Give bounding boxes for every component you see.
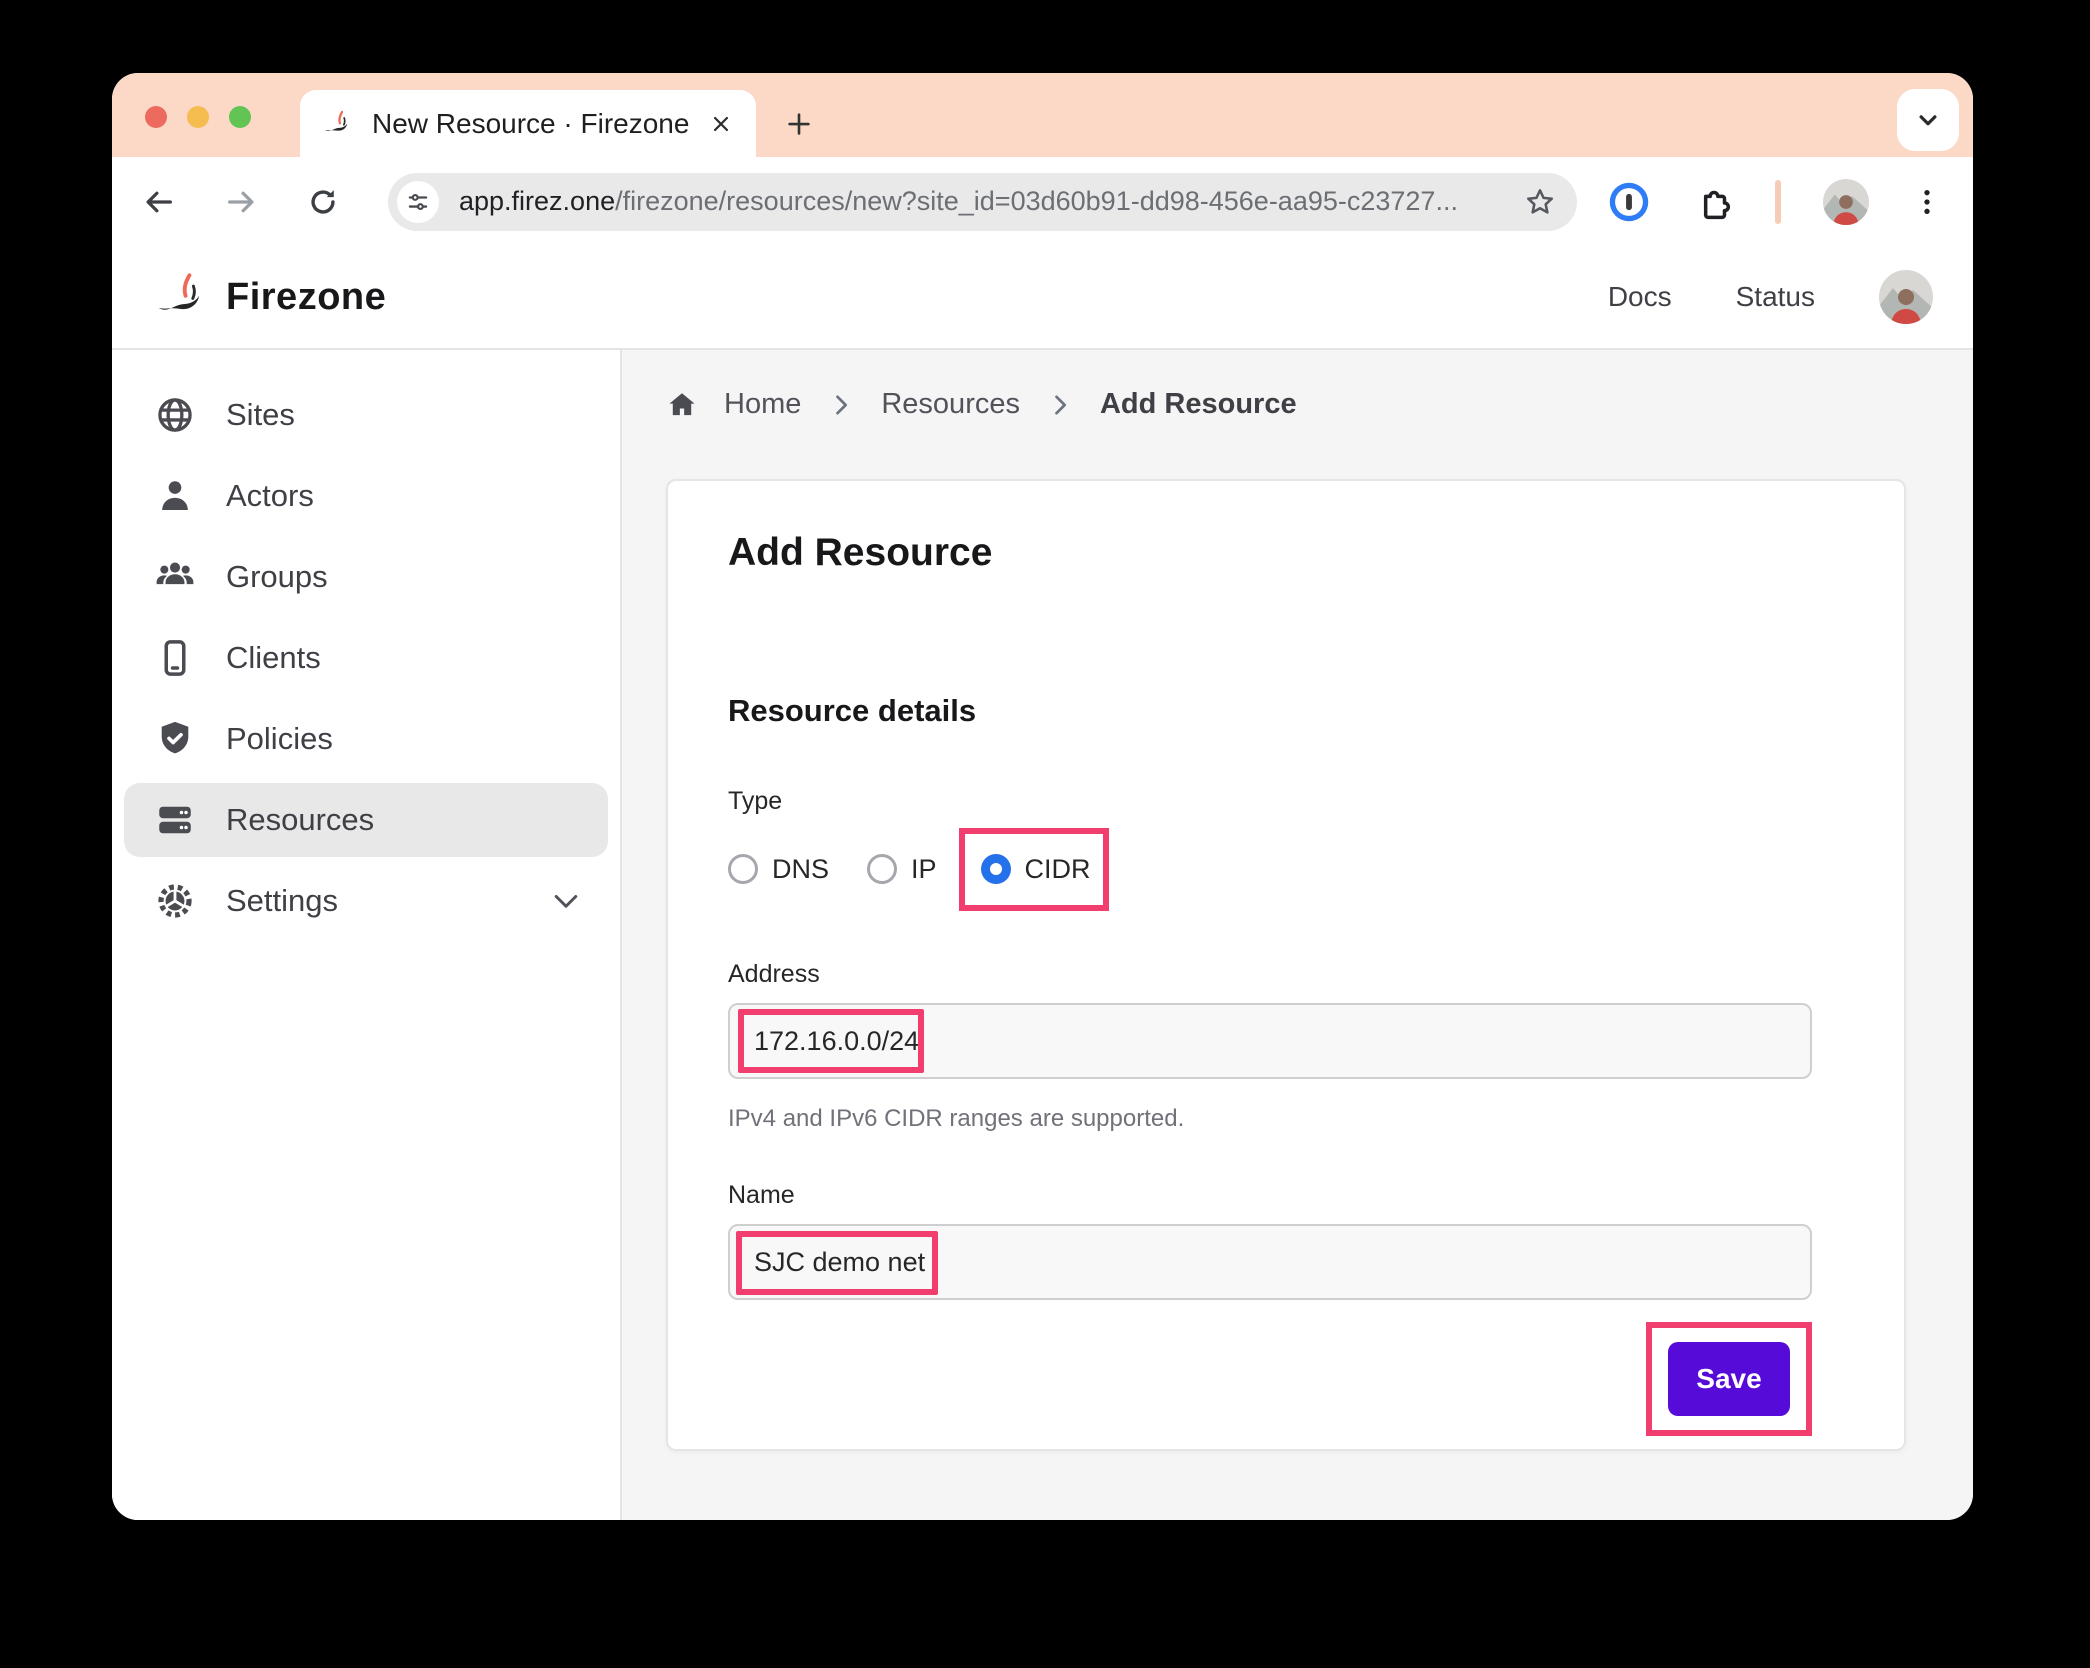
firezone-favicon-icon [325, 110, 348, 131]
close-window-button[interactable] [145, 106, 167, 128]
browser-tab[interactable]: New Resource · Firezone [300, 90, 756, 157]
mobile-icon [164, 640, 186, 676]
sidebar-item-label: Actors [226, 478, 314, 513]
radio-option-cidr[interactable]: CIDR [980, 853, 1091, 885]
forward-icon[interactable] [224, 185, 258, 219]
minimize-window-button[interactable] [187, 106, 209, 128]
header-nav: Docs Status [1608, 270, 1933, 324]
tune-icon [408, 193, 428, 210]
annotation-box-save: Save [1646, 1322, 1812, 1436]
zoom-window-button[interactable] [229, 106, 251, 128]
browser-toolbar: app.firez.one/firezone/resources/new?sit… [112, 157, 1973, 246]
site-settings-button[interactable] [397, 180, 439, 223]
avatar-photo [1879, 270, 1933, 324]
docs-link[interactable]: Docs [1608, 281, 1672, 313]
name-label: Name [728, 1181, 795, 1209]
radio-dns[interactable] [728, 854, 758, 884]
browser-profile-avatar[interactable] [1823, 178, 1869, 225]
brand-name: Firezone [226, 275, 387, 318]
app-body: Sites Actors Groups Clients Policies Res… [112, 350, 1973, 1520]
bookmark-star-icon[interactable] [1523, 185, 1557, 219]
url-path: /firezone/resources/new?site_id=03d60b91… [615, 186, 1458, 216]
url-domain: app.firez.one [459, 186, 616, 216]
url-text[interactable]: app.firez.one/firezone/resources/new?sit… [459, 186, 1523, 217]
section-title: Resource details [728, 693, 977, 728]
user-avatar[interactable] [1879, 270, 1933, 324]
radio-cidr-label: CIDR [1024, 853, 1091, 884]
avatar-photo [1823, 178, 1869, 225]
type-label: Type [728, 787, 783, 815]
window-controls [145, 106, 251, 128]
firezone-brand[interactable]: Firezone [152, 268, 386, 326]
save-row: Save [728, 1322, 1812, 1436]
status-link[interactable]: Status [1736, 281, 1815, 313]
radio-option-ip[interactable]: IP [867, 854, 937, 885]
chevron-right-icon [836, 394, 848, 415]
kebab-menu-icon[interactable] [1911, 186, 1943, 218]
web-page: Firezone Docs Status Sites Actors Groups… [112, 246, 1973, 1520]
name-input[interactable] [728, 1224, 1812, 1300]
sidebar-item-label: Sites [226, 397, 295, 432]
sidebar-item-policies[interactable]: Policies [124, 702, 608, 776]
page-title: Add Resource [728, 531, 993, 574]
radio-ip[interactable] [867, 854, 898, 884]
breadcrumb: Home Resources Add Resource [666, 388, 1973, 421]
onepassword-icon[interactable] [1607, 180, 1651, 224]
main-content: Home Resources Add Resource Add Resource… [622, 350, 1973, 1520]
radio-option-dns[interactable]: DNS [728, 854, 829, 885]
sidebar: Sites Actors Groups Clients Policies Res… [112, 350, 622, 1520]
breadcrumb-add-resource: Add Resource [1099, 388, 1297, 420]
sidebar-item-sites[interactable]: Sites [124, 378, 608, 452]
home-icon[interactable] [666, 389, 698, 421]
close-tab-icon[interactable] [708, 111, 734, 137]
sidebar-item-actors[interactable]: Actors [124, 459, 608, 533]
screenshot-stage: New Resource · Firezone app.firez.one/fi… [0, 0, 2090, 1668]
globe-icon [158, 398, 192, 432]
sidebar-item-settings[interactable]: Settings [124, 864, 608, 938]
extensions-puzzle-icon[interactable] [1693, 182, 1733, 222]
sidebar-item-clients[interactable]: Clients [124, 621, 608, 695]
browser-window: New Resource · Firezone app.firez.one/fi… [112, 73, 1973, 1520]
tab-strip: New Resource · Firezone [112, 73, 1973, 157]
annotation-box-cidr: CIDR [958, 827, 1109, 911]
breadcrumb-resources[interactable]: Resources [881, 388, 1020, 421]
app-header: Firezone Docs Status [112, 246, 1973, 350]
tab-search-button[interactable] [1897, 89, 1959, 151]
toolbar-divider [1775, 179, 1781, 224]
type-radio-group: DNS IP CIDR [728, 824, 1844, 914]
sidebar-item-resources[interactable]: Resources [124, 783, 608, 857]
breadcrumb-home[interactable]: Home [724, 388, 801, 421]
radio-dns-label: DNS [772, 853, 830, 884]
radio-ip-label: IP [911, 853, 937, 884]
sidebar-item-label: Groups [226, 559, 328, 594]
users-icon [156, 562, 194, 585]
back-icon[interactable] [142, 185, 176, 219]
address-label: Address [728, 960, 820, 988]
shield-check-icon [161, 721, 189, 754]
add-resource-card: Add Resource Resource details Type DNS I… [666, 479, 1906, 1451]
firezone-logo-icon [158, 273, 200, 310]
sidebar-item-label: Clients [226, 640, 321, 675]
reload-icon[interactable] [306, 185, 340, 219]
chevron-down-icon [554, 895, 578, 908]
server-stack-icon [159, 806, 191, 834]
radio-cidr[interactable] [980, 854, 1011, 884]
save-button[interactable]: Save [1668, 1342, 1790, 1416]
address-input-wrap [728, 1003, 1844, 1079]
new-tab-icon[interactable] [784, 109, 814, 139]
sidebar-item-label: Resources [226, 802, 375, 837]
name-input-wrap [728, 1224, 1844, 1300]
gear-icon [158, 884, 192, 918]
sidebar-item-label: Settings [226, 883, 339, 918]
sidebar-item-label: Policies [226, 721, 333, 756]
url-bar[interactable]: app.firez.one/firezone/resources/new?sit… [388, 172, 1577, 231]
person-icon [162, 481, 188, 510]
chevron-right-icon [1055, 394, 1066, 415]
address-help-text: IPv4 and IPv6 CIDR ranges are supported. [728, 1105, 1185, 1132]
address-input[interactable] [728, 1003, 1812, 1079]
chevron-down-icon [1919, 115, 1937, 126]
tab-title: New Resource · Firezone [372, 107, 690, 139]
sidebar-item-groups[interactable]: Groups [124, 540, 608, 614]
toolbar-extensions [1607, 178, 1943, 225]
